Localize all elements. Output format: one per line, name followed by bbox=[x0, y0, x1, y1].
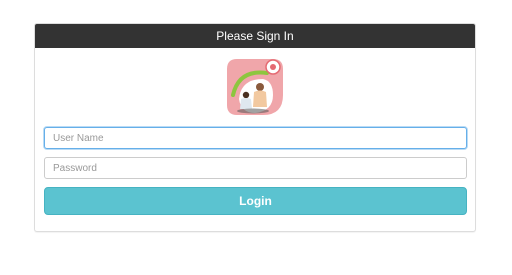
sign-in-panel: Please Sign In Login bbox=[34, 23, 476, 232]
login-button[interactable]: Login bbox=[44, 187, 467, 215]
username-input[interactable] bbox=[44, 127, 467, 149]
family-healthcare-logo-icon bbox=[227, 59, 283, 115]
password-input[interactable] bbox=[44, 157, 467, 179]
panel-title: Please Sign In bbox=[35, 24, 475, 48]
